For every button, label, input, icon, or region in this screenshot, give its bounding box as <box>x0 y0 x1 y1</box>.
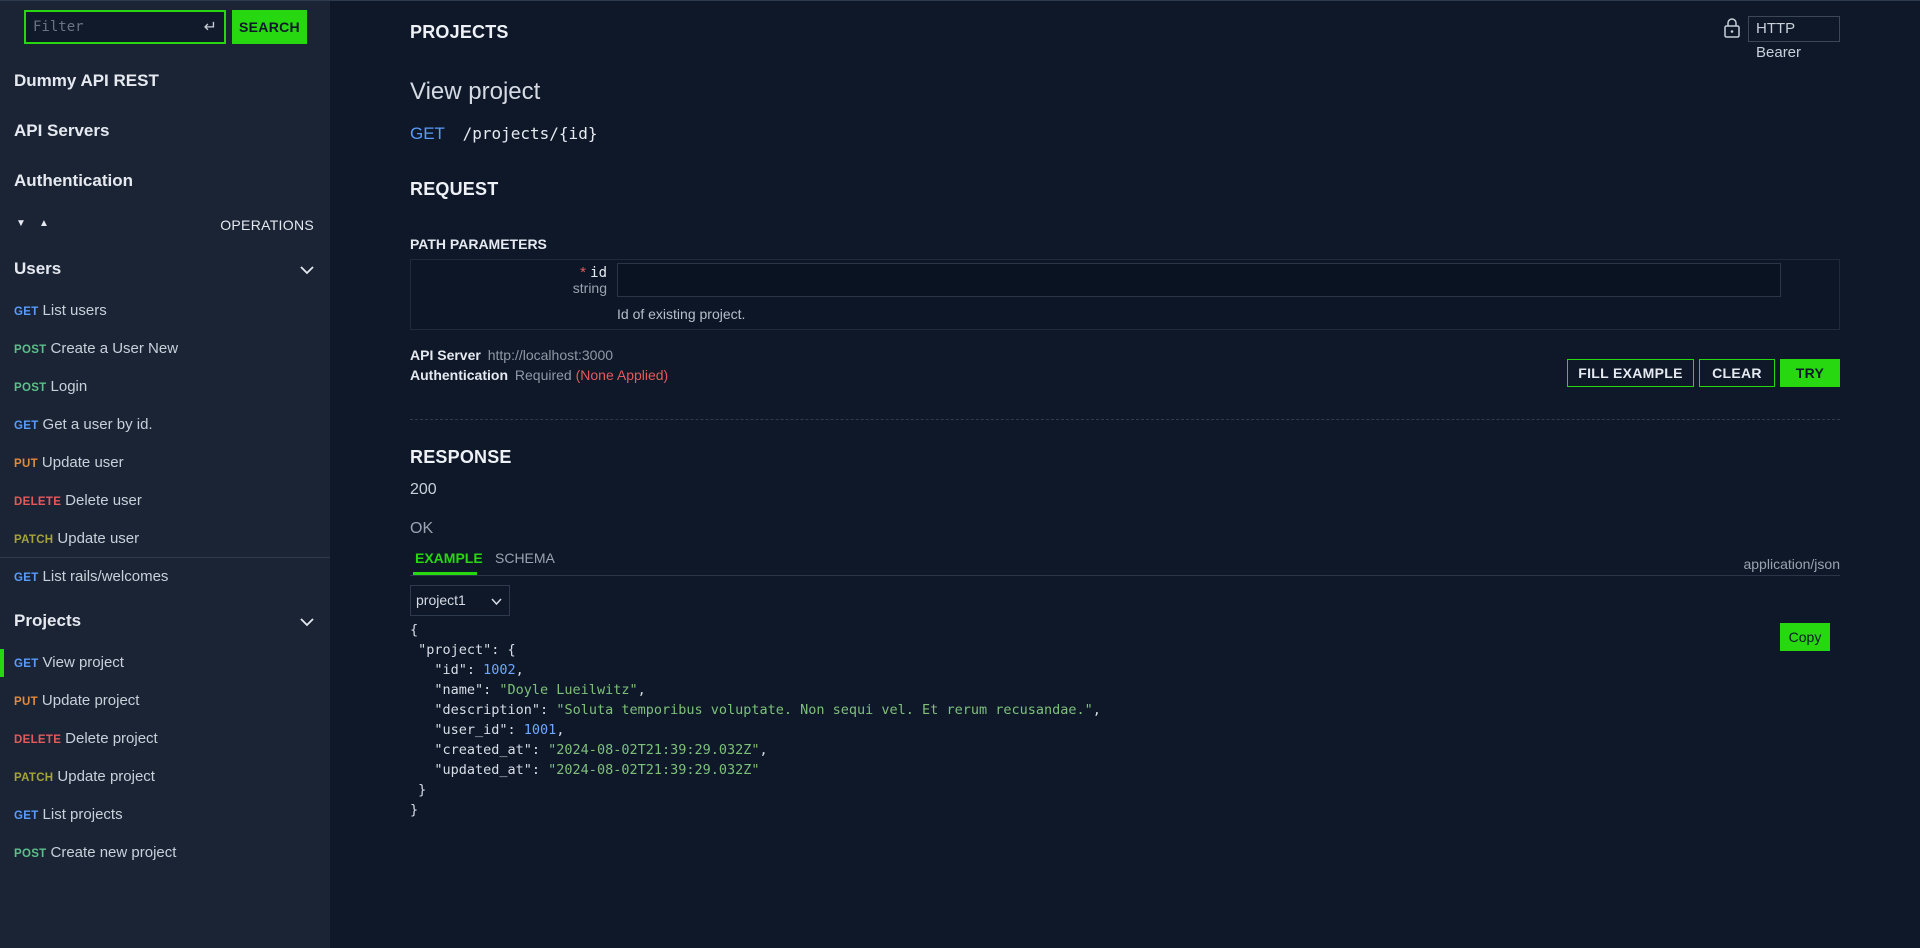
group-users[interactable]: Users <box>14 259 314 279</box>
nav-heading-authentication[interactable]: Authentication <box>14 171 133 191</box>
code-line: "description": "Soluta temporibus volupt… <box>410 702 1101 718</box>
section-title: PROJECTS <box>410 22 509 42</box>
sidebar-divider <box>0 557 330 558</box>
endpoint-line: GET /projects/{id} <box>410 124 597 144</box>
enter-icon[interactable]: ↵ <box>204 17 217 37</box>
try-button[interactable]: TRY <box>1780 359 1840 387</box>
sidebar-item-list-rails-welcomes[interactable]: GET List rails/welcomes <box>14 568 168 585</box>
path-parameters-title: PATH PARAMETERS <box>410 236 547 252</box>
group-projects[interactable]: Projects <box>14 611 314 631</box>
code-line: } <box>410 802 419 818</box>
triangle-up-icon[interactable]: ▲ <box>39 218 49 229</box>
auth-status: (None Applied) <box>575 367 669 383</box>
response-title: RESPONSE <box>410 447 512 467</box>
search-button[interactable]: SEARCH <box>232 10 307 44</box>
main-content: PROJECTS HTTP Bearer View project GET /p… <box>410 0 1840 948</box>
auth-row: Authentication Required (None Applied) <box>410 367 668 383</box>
sidebar-item-view-project[interactable]: GET View project <box>14 654 124 671</box>
code-line: "updated_at": "2024-08-02T21:39:29.032Z" <box>410 762 760 778</box>
param-description: Id of existing project. <box>617 306 746 322</box>
operations-label: OPERATIONS <box>220 217 314 233</box>
auth-label: Authentication <box>410 367 508 383</box>
nav-heading-overview[interactable]: Dummy API REST <box>14 71 159 91</box>
param-name: id <box>590 265 607 281</box>
param-box: * id string Id of existing project. <box>410 259 1840 330</box>
request-title: REQUEST <box>410 179 499 199</box>
endpoint-path: /projects/{id} <box>462 124 598 143</box>
code-line: "name": "Doyle Lueilwitz", <box>410 682 646 698</box>
sidebar-item-get-user[interactable]: GET Get a user by id. <box>14 416 153 433</box>
tabs-baseline <box>410 575 1840 576</box>
code-line: "user_id": 1001, <box>410 722 565 738</box>
code-line: { <box>410 622 419 638</box>
code-line: "id": 1002, <box>410 662 524 678</box>
section-divider <box>410 419 1840 420</box>
param-name-row: * id <box>580 264 607 281</box>
sidebar-item-update-user-put[interactable]: PUT Update user <box>14 454 124 471</box>
response-example-code: { "project": { "id": 1002, "name": "Doyl… <box>410 620 1101 820</box>
group-users-label: Users <box>14 259 62 278</box>
sidebar-item-update-user-patch[interactable]: PATCH Update user <box>14 530 139 547</box>
example-select[interactable]: project1 <box>410 585 510 616</box>
sidebar-item-create-user[interactable]: POST Create a User New <box>14 340 178 357</box>
sidebar-item-update-project-patch[interactable]: PATCH Update project <box>14 768 155 785</box>
tab-example[interactable]: EXAMPLE <box>415 550 483 566</box>
group-projects-label: Projects <box>14 611 82 630</box>
sidebar-item-delete-user[interactable]: DELETE Delete user <box>14 492 142 509</box>
filter-input[interactable] <box>33 19 193 35</box>
clear-button[interactable]: CLEAR <box>1699 359 1775 387</box>
operations-row: ▼ ▲ OPERATIONS <box>14 216 314 234</box>
param-type: string <box>572 280 607 296</box>
api-server-value: http://localhost:3000 <box>487 347 614 363</box>
tab-schema[interactable]: SCHEMA <box>495 550 555 566</box>
sidebar: ↵ SEARCH Dummy API REST API Servers Auth… <box>0 0 330 948</box>
filter-box[interactable]: ↵ <box>24 10 226 44</box>
status-text: OK <box>410 520 434 537</box>
example-select-value: project1 <box>416 592 466 608</box>
chevron-down-icon <box>491 598 502 606</box>
required-mark: * <box>580 264 586 281</box>
api-server-row: API Server http://localhost:3000 <box>410 347 613 363</box>
operation-title: View project <box>410 78 541 105</box>
code-line: "project": { <box>410 642 516 658</box>
nav-heading-api-servers[interactable]: API Servers <box>14 121 109 141</box>
sidebar-item-login[interactable]: POST Login <box>14 378 87 395</box>
sidebar-item-delete-project[interactable]: DELETE Delete project <box>14 730 158 747</box>
sidebar-item-create-project[interactable]: POST Create new project <box>14 844 176 861</box>
lock-icon[interactable] <box>1723 18 1741 38</box>
content-type: application/json <box>1743 556 1840 572</box>
api-server-label: API Server <box>410 347 481 363</box>
filter-row: ↵ SEARCH <box>24 10 307 44</box>
auth-required: Required <box>514 367 572 383</box>
sidebar-item-list-users[interactable]: GET List users <box>14 302 107 319</box>
fill-example-button[interactable]: FILL EXAMPLE <box>1567 359 1694 387</box>
triangle-down-icon[interactable]: ▼ <box>16 218 26 229</box>
copy-button[interactable]: Copy <box>1780 623 1830 651</box>
param-id-input[interactable] <box>617 263 1781 297</box>
active-indicator <box>0 649 4 677</box>
code-line: } <box>410 782 427 798</box>
code-line: "created_at": "2024-08-02T21:39:29.032Z"… <box>410 742 768 758</box>
endpoint-method: GET <box>410 124 445 143</box>
chevron-down-icon[interactable] <box>300 263 314 277</box>
sidebar-item-list-projects[interactable]: GET List projects <box>14 806 123 823</box>
chevron-down-icon[interactable] <box>300 615 314 629</box>
status-code: 200 <box>410 481 437 498</box>
auth-badge[interactable]: HTTP Bearer <box>1748 16 1840 61</box>
sidebar-item-update-project-put[interactable]: PUT Update project <box>14 692 139 709</box>
